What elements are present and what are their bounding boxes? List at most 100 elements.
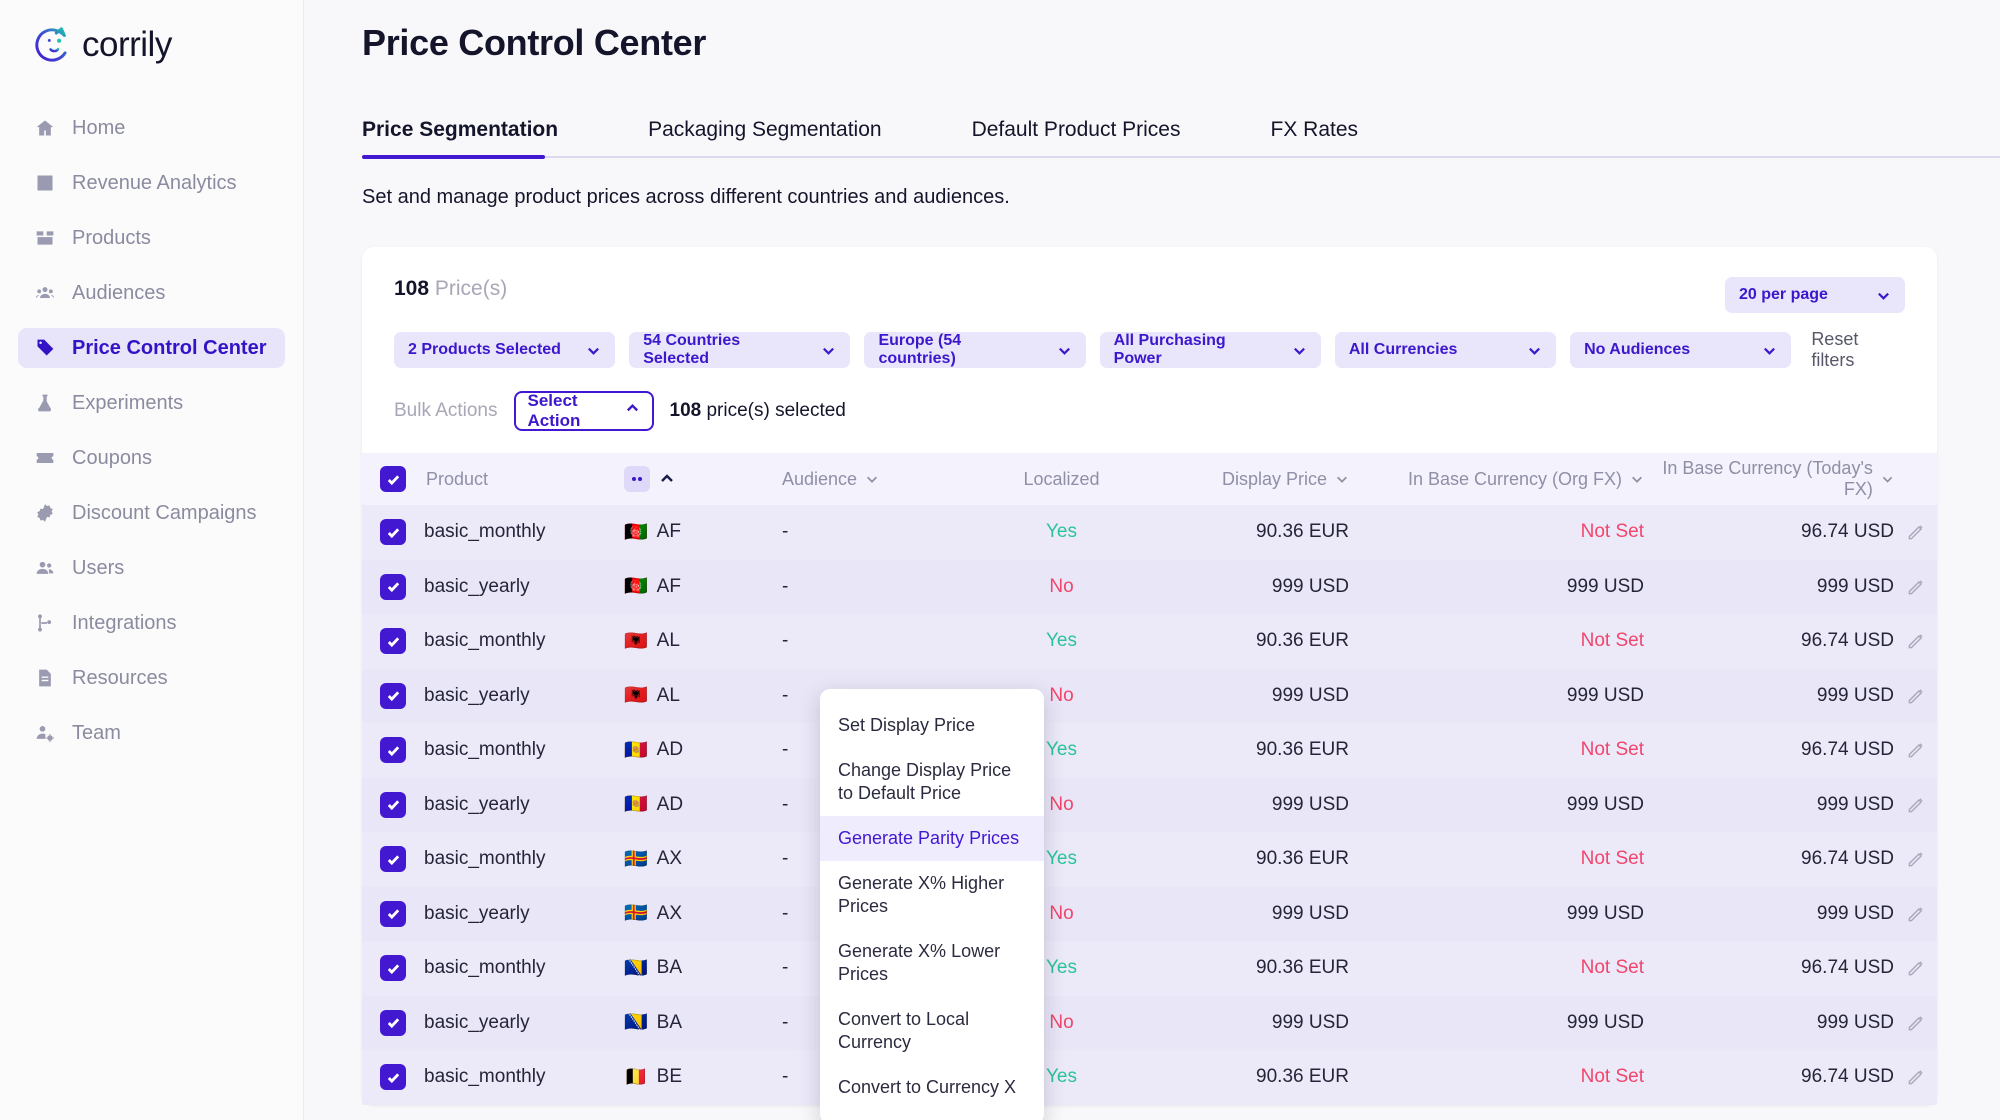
- row-checkbox[interactable]: [380, 846, 406, 873]
- sidebar-item-revenue-analytics[interactable]: Revenue Analytics: [18, 163, 285, 203]
- cell-edit: [1894, 631, 1937, 651]
- countries-filter[interactable]: 54 Countries Selected: [629, 332, 851, 368]
- sidebar-item-label: Team: [72, 721, 121, 744]
- column-header-product[interactable]: Product: [424, 469, 624, 490]
- audiences-filter[interactable]: No Audiences: [1570, 332, 1792, 368]
- region-filter[interactable]: Europe (54 countries): [864, 332, 1086, 368]
- row-checkbox[interactable]: [380, 1009, 406, 1036]
- brand-logo[interactable]: corrily: [0, 14, 303, 66]
- column-header-today-fx[interactable]: In Base Currency (Today's FX): [1644, 458, 1894, 500]
- table-row[interactable]: basic_yearly 🇦🇩 AD - No 999 USD 999 USD 999 USD: [362, 777, 1937, 832]
- row-checkbox[interactable]: [380, 1064, 406, 1091]
- table-row[interactable]: basic_monthly 🇧🇦 BA - Yes 90.36 EUR Not Set 96.…: [362, 941, 1937, 996]
- filter-row: 2 Products Selected 54 Countries Selecte…: [362, 313, 1937, 371]
- menu-item-generate-lower-prices[interactable]: Generate X% Lower Prices: [820, 929, 1044, 997]
- products-filter[interactable]: 2 Products Selected: [394, 332, 616, 368]
- cell-org-fx: Not Set: [1580, 1066, 1644, 1088]
- sort-ascending-icon[interactable]: [659, 471, 675, 487]
- sidebar-item-coupons[interactable]: Coupons: [18, 438, 285, 478]
- cell-localized: Yes: [1046, 521, 1077, 543]
- cell-product: basic_monthly: [424, 521, 546, 543]
- chevron-down-icon: [867, 476, 878, 483]
- tab-price-segmentation[interactable]: Price Segmentation: [362, 118, 558, 156]
- column-header-org-fx-label: In Base Currency (Org FX): [1407, 468, 1622, 489]
- edit-pencil-icon[interactable]: [1906, 904, 1926, 924]
- sidebar-item-discount-campaigns[interactable]: Discount Campaigns: [18, 493, 285, 533]
- tab-underline: [362, 155, 2000, 159]
- edit-pencil-icon[interactable]: [1906, 631, 1926, 651]
- cell-product: basic_yearly: [424, 684, 530, 706]
- edit-pencil-icon[interactable]: [1906, 740, 1926, 760]
- sidebar-item-audiences[interactable]: Audiences: [18, 273, 285, 313]
- menu-item-change-display-price-to-default[interactable]: Change Display Price to Default Price: [820, 748, 1044, 816]
- cell-display-price: 999 USD: [1271, 684, 1349, 706]
- select-all-checkbox-cell: [362, 466, 424, 492]
- cell-today-fx: 999 USD: [1816, 684, 1894, 706]
- row-checkbox[interactable]: [380, 682, 406, 709]
- cell-org-fx: 999 USD: [1566, 902, 1644, 924]
- row-checkbox[interactable]: [380, 628, 406, 655]
- edit-pencil-icon[interactable]: [1906, 686, 1926, 706]
- column-header-org-fx[interactable]: In Base Currency (Org FX): [1349, 469, 1644, 490]
- country-code: AX: [656, 902, 683, 924]
- tab-fx-rates[interactable]: FX Rates: [1271, 118, 1359, 156]
- menu-item-convert-to-local-currency[interactable]: Convert to Local Currency: [820, 997, 1044, 1065]
- integrations-icon: [34, 612, 56, 634]
- more-options-icon[interactable]: [624, 466, 650, 492]
- edit-pencil-icon[interactable]: [1906, 522, 1926, 542]
- sidebar-item-home[interactable]: Home: [18, 108, 285, 148]
- cell-org-fx: 999 USD: [1566, 575, 1644, 597]
- table-row[interactable]: basic_monthly 🇦🇩 AD - Yes 90.36 EUR Not Set 96.…: [362, 723, 1937, 778]
- selected-count-text: 108 price(s) selected: [670, 400, 846, 422]
- sidebar-item-team[interactable]: Team: [18, 713, 285, 753]
- tab-packaging-segmentation[interactable]: Packaging Segmentation: [648, 118, 882, 156]
- home-icon: [34, 117, 56, 139]
- cell-audience: -: [782, 575, 789, 597]
- row-checkbox[interactable]: [380, 573, 406, 600]
- table-row[interactable]: basic_monthly 🇦🇽 AX - Yes 90.36 EUR Not Set 96.…: [362, 832, 1937, 887]
- edit-pencil-icon[interactable]: [1906, 1067, 1926, 1087]
- table-row[interactable]: basic_monthly 🇧🇪 BE - Yes 90.36 EUR Not Set 96.…: [362, 1050, 1937, 1105]
- table-row[interactable]: basic_monthly 🇦🇫 AF - Yes 90.36 EUR Not Set 96.…: [362, 505, 1937, 560]
- column-header-audience[interactable]: Audience: [774, 469, 974, 490]
- edit-pencil-icon[interactable]: [1906, 795, 1926, 815]
- select-all-checkbox[interactable]: [380, 466, 406, 492]
- menu-item-convert-to-currency-x[interactable]: Convert to Currency X: [820, 1065, 1044, 1110]
- select-action-dropdown[interactable]: Select Action: [513, 391, 654, 431]
- column-header-display-price[interactable]: Display Price: [1149, 469, 1349, 490]
- cell-product: basic_yearly: [424, 1011, 530, 1033]
- menu-item-generate-parity-prices[interactable]: Generate Parity Prices: [820, 816, 1044, 862]
- row-checkbox[interactable]: [380, 955, 406, 982]
- table-row[interactable]: basic_monthly 🇦🇱 AL - Yes 90.36 EUR Not Set 96.…: [362, 614, 1937, 669]
- page-subtitle: Set and manage product prices across dif…: [362, 186, 1010, 208]
- reset-filters-button[interactable]: Reset filters: [1811, 329, 1905, 371]
- table-row[interactable]: basic_yearly 🇦🇫 AF - No 999 USD 999 USD 999 USD: [362, 559, 1937, 614]
- edit-pencil-icon[interactable]: [1906, 958, 1926, 978]
- sidebar-item-integrations[interactable]: Integrations: [18, 603, 285, 643]
- menu-item-set-display-price[interactable]: Set Display Price: [820, 703, 1044, 748]
- edit-pencil-icon[interactable]: [1906, 577, 1926, 597]
- edit-pencil-icon[interactable]: [1906, 849, 1926, 869]
- sidebar-item-resources[interactable]: Resources: [18, 658, 285, 698]
- cell-display-price: 90.36 EUR: [1256, 521, 1349, 543]
- row-checkbox[interactable]: [380, 519, 406, 546]
- currencies-filter[interactable]: All Currencies: [1334, 332, 1557, 368]
- sidebar-item-users[interactable]: Users: [18, 548, 285, 588]
- document-icon: [34, 667, 56, 689]
- country-flag-icon: 🇦🇫: [624, 521, 648, 543]
- sidebar-item-products[interactable]: Products: [18, 218, 285, 258]
- per-page-select[interactable]: 20 per page: [1725, 277, 1905, 313]
- purchasing-power-filter-value: All Purchasing Power: [1113, 332, 1226, 367]
- menu-item-generate-higher-prices[interactable]: Generate X% Higher Prices: [820, 861, 1044, 929]
- table-row[interactable]: basic_yearly 🇦🇽 AX - No 999 USD 999 USD 999 USD: [362, 886, 1937, 941]
- row-checkbox[interactable]: [380, 737, 406, 764]
- row-checkbox[interactable]: [380, 900, 406, 927]
- table-row[interactable]: basic_yearly 🇦🇱 AL - No 999 USD 999 USD 999 USD: [362, 668, 1937, 723]
- row-checkbox[interactable]: [380, 791, 406, 818]
- edit-pencil-icon[interactable]: [1906, 1013, 1926, 1033]
- table-row[interactable]: basic_yearly 🇧🇦 BA - No 999 USD 999 USD 999 USD: [362, 995, 1937, 1050]
- sidebar-item-price-control-center[interactable]: Price Control Center: [18, 328, 285, 368]
- tab-default-product-prices[interactable]: Default Product Prices: [972, 118, 1181, 156]
- sidebar-item-experiments[interactable]: Experiments: [18, 383, 285, 423]
- purchasing-power-filter[interactable]: All Purchasing Power: [1099, 332, 1321, 368]
